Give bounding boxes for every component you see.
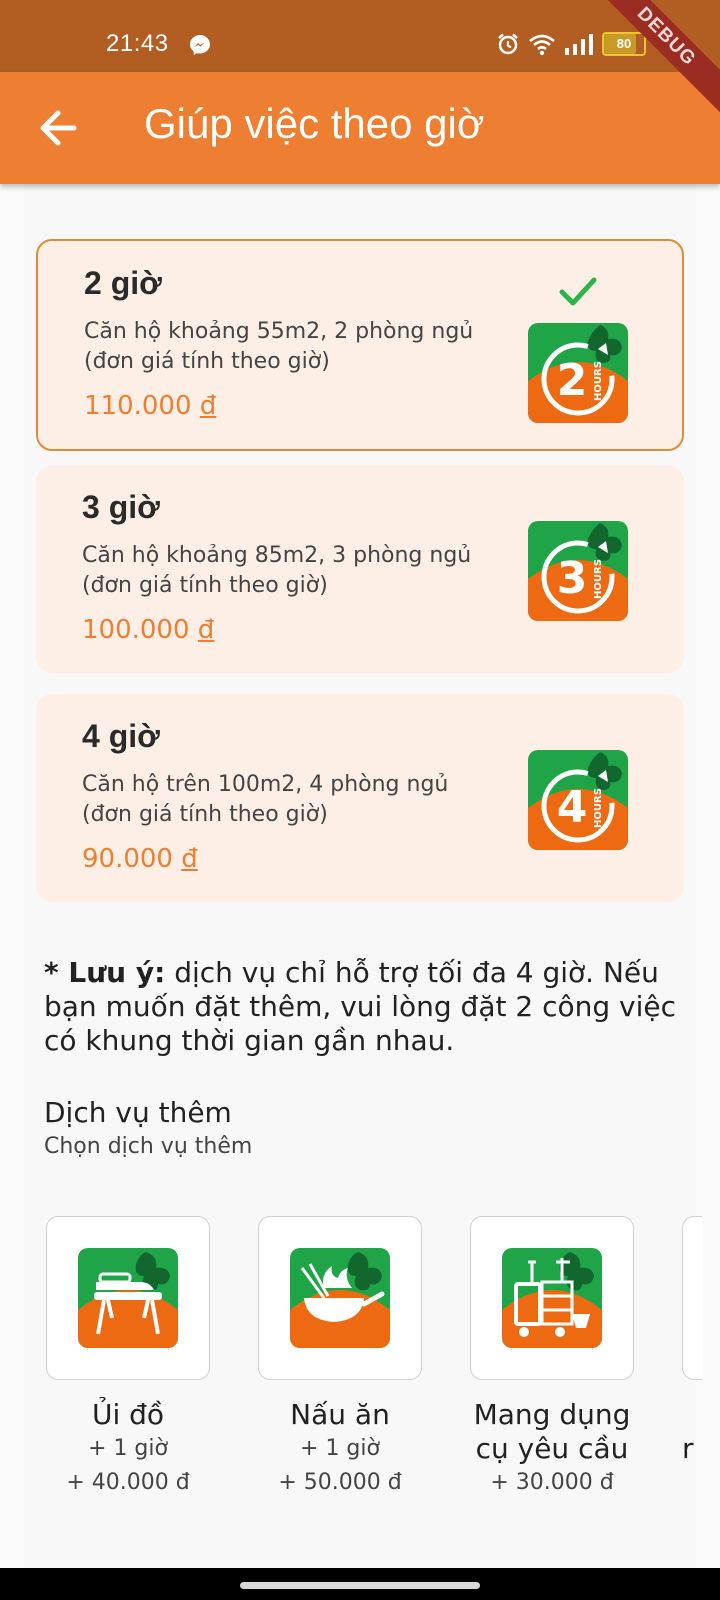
extras-title: Dịch vụ thêm — [44, 1096, 232, 1129]
battery-level: 80 — [616, 36, 632, 51]
page-title: Giúp việc theo giờ — [144, 100, 485, 147]
note-label: * Lưu ý: — [44, 956, 166, 989]
check-icon — [559, 277, 597, 306]
extra-service-card[interactable] — [682, 1216, 702, 1380]
extra-service-name: Nấu ăn — [290, 1398, 390, 1431]
status-bar: 21:43 80 — [0, 0, 720, 72]
service-note: * Lưu ý: dịch vụ chỉ hỗ trợ tối đa 4 giờ… — [44, 956, 684, 1058]
extra-service-card[interactable] — [46, 1216, 210, 1380]
package-card-4h[interactable]: 4 giờ Căn hộ trên 100m2, 4 phòng ngủ (đơ… — [36, 694, 684, 902]
extra-service-price: + 30.000 đ — [490, 1470, 614, 1495]
package-description: Căn hộ khoảng 55m2, 2 phòng ngủ (đơn giá… — [84, 319, 474, 374]
cooking-icon — [290, 1248, 390, 1348]
svg-text:4: 4 — [557, 782, 588, 833]
signal-icon — [565, 34, 593, 55]
alarm-icon — [498, 33, 518, 55]
main-content: 2 giờ Căn hộ khoảng 55m2, 2 phòng ngủ (đ… — [24, 184, 702, 1568]
svg-text:2: 2 — [557, 355, 588, 406]
package-title: 2 giờ — [84, 265, 162, 301]
cleaning-cart-icon — [502, 1248, 602, 1348]
status-icons: 80 — [496, 32, 646, 56]
package-price: 90.000 đ — [82, 844, 198, 874]
package-title: 3 giờ — [82, 489, 160, 525]
svg-text:3: 3 — [557, 553, 588, 604]
svg-text:HOURS: HOURS — [593, 788, 604, 828]
two-hours-icon: 2 HOURS — [528, 323, 628, 423]
extra-service-card[interactable] — [470, 1216, 634, 1380]
back-arrow-icon[interactable] — [30, 100, 86, 156]
package-description: Căn hộ trên 100m2, 4 phòng ngủ (đơn giá … — [82, 772, 449, 827]
extra-service-tools[interactable]: Mang dụng cụ yêu cầu + 30.000 đ — [470, 1216, 650, 1500]
home-handle[interactable] — [240, 1582, 480, 1589]
extra-service-price: + 50.000 đ — [278, 1470, 402, 1495]
extra-service-partial[interactable]: r — [682, 1216, 702, 1466]
package-price: 100.000 đ — [82, 615, 215, 645]
extra-service-name: Ủi đồ — [91, 1398, 165, 1431]
ironing-icon — [78, 1248, 178, 1348]
extra-service-name: r — [682, 1432, 694, 1465]
wifi-icon — [529, 34, 555, 56]
extra-service-name: Mang dụng cụ yêu cầu — [473, 1398, 631, 1465]
extras-subtitle: Chọn dịch vụ thêm — [44, 1134, 253, 1159]
package-card-2h[interactable]: 2 giờ Căn hộ khoảng 55m2, 2 phòng ngủ (đ… — [36, 239, 684, 451]
status-time: 21:43 — [106, 30, 169, 57]
extra-service-time: + 1 giờ — [300, 1436, 380, 1461]
svg-text:HOURS: HOURS — [593, 559, 604, 599]
package-price: 110.000 đ — [84, 391, 217, 421]
extra-service-cooking[interactable]: Nấu ăn + 1 giờ + 50.000 đ — [258, 1216, 438, 1500]
four-hours-icon: 4 HOURS — [528, 750, 628, 850]
system-nav-bar — [0, 1568, 720, 1600]
svg-text:HOURS: HOURS — [593, 361, 604, 401]
extra-service-ironing[interactable]: Ủi đồ + 1 giờ + 40.000 đ — [46, 1216, 226, 1500]
extra-service-card[interactable] — [258, 1216, 422, 1380]
package-card-3h[interactable]: 3 giờ Căn hộ khoảng 85m2, 3 phòng ngủ (đ… — [36, 465, 684, 673]
app-bar: Giúp việc theo giờ — [0, 72, 720, 184]
extra-service-price: + 40.000 đ — [66, 1470, 190, 1495]
messenger-icon — [190, 35, 210, 55]
battery-indicator: 80 — [602, 32, 646, 56]
package-description: Căn hộ khoảng 85m2, 3 phòng ngủ (đơn giá… — [82, 543, 472, 598]
extra-service-time: + 1 giờ — [88, 1436, 168, 1461]
three-hours-icon: 3 HOURS — [528, 521, 628, 621]
package-title: 4 giờ — [82, 718, 160, 754]
